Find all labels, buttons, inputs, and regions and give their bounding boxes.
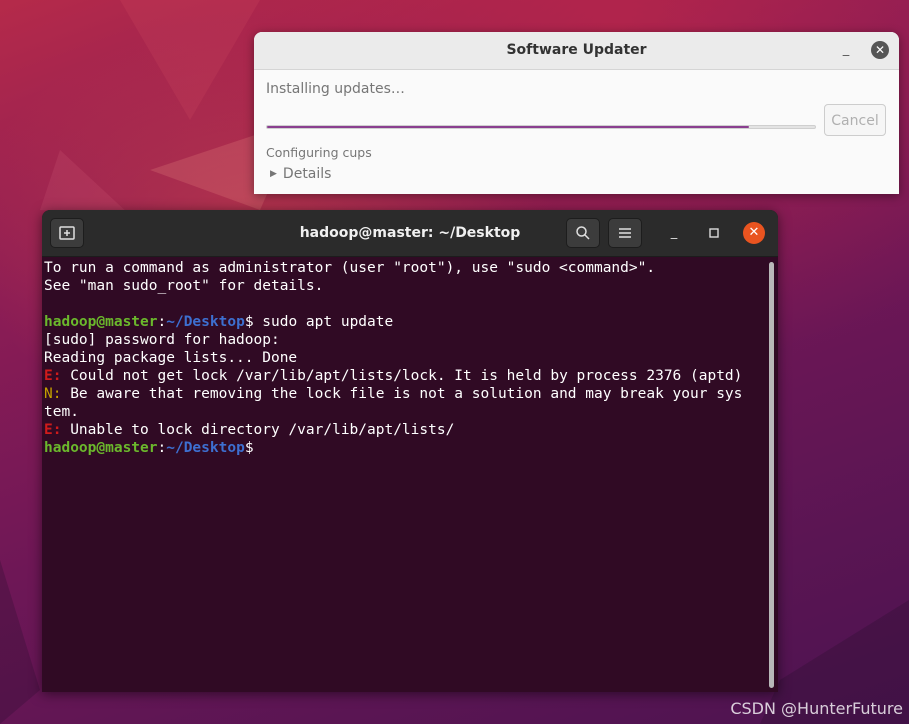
terminal-text: Could not get lock /var/lib/apt/lists/lo… [61,368,743,384]
software-updater-window: Software Updater _ ✕ Installing updates…… [254,32,899,194]
error-tag: E: [44,422,62,438]
terminal-line: To run a command as administrator (user … [44,259,764,277]
watermark: CSDN @HunterFuture [730,699,903,718]
terminal-line: See "man sudo_root" for details. [44,277,764,295]
terminal-text: $ [244,440,254,456]
cancel-button[interactable]: Cancel [824,104,886,136]
terminal-window: hadoop@master: ~/Desktop _ ✕ To run a co… [42,210,778,692]
terminal-output[interactable]: To run a command as administrator (user … [44,259,764,692]
terminal-line: N: Be aware that removing the lock file … [44,385,764,403]
prompt-path: ~/Desktop [166,314,245,330]
install-status: Installing updates… [266,81,405,97]
prompt-user: hadoop@master [44,440,158,456]
terminal-line: tem. [44,403,764,421]
install-progress-bar [266,125,816,129]
error-tag: E: [44,368,62,384]
terminal-titlebar[interactable]: hadoop@master: ~/Desktop _ ✕ [42,210,778,257]
terminal-text: Be aware that removing the lock file is … [61,386,743,402]
terminal-line: Reading package lists... Done [44,349,764,367]
close-icon[interactable]: ✕ [743,222,765,244]
terminal-text: tem. [44,404,79,420]
terminal-text: [sudo] password for hadoop: [44,332,280,348]
terminal-text: : [157,314,167,330]
terminal-text: Unable to lock directory /var/lib/apt/li… [61,422,455,438]
menu-button[interactable] [608,218,642,248]
terminal-text: Reading package lists... Done [44,350,298,366]
terminal-line: [sudo] password for hadoop: [44,331,764,349]
details-label: Details [282,166,332,182]
details-expander[interactable]: ▶ Details [270,166,331,182]
terminal-scrollbar[interactable] [769,262,774,688]
prompt-user: hadoop@master [44,314,158,330]
notice-tag: N: [44,386,62,402]
minimize-icon[interactable]: _ [664,223,684,243]
prompt-path: ~/Desktop [166,440,245,456]
minimize-icon[interactable]: _ [837,41,855,59]
search-icon [576,226,590,240]
install-progress-fill [267,126,750,128]
expander-triangle-icon: ▶ [270,169,277,179]
configuring-status: Configuring cups [266,145,372,160]
updater-titlebar[interactable]: Software Updater _ ✕ [254,32,899,70]
updater-title: Software Updater [506,42,647,58]
terminal-text: See "man sudo_root" for details. [44,278,324,294]
terminal-text: To run a command as administrator (user … [44,260,656,276]
terminal-line: E: Unable to lock directory /var/lib/apt… [44,421,764,439]
hamburger-menu-icon [619,228,631,238]
terminal-line: hadoop@master:~/Desktop$ [44,439,764,457]
terminal-text: $ sudo apt update [244,314,394,330]
terminal-line: hadoop@master:~/Desktop$ sudo apt update [44,313,764,331]
maximize-icon[interactable] [704,223,724,243]
close-icon[interactable]: ✕ [871,41,889,59]
search-button[interactable] [566,218,600,248]
terminal-line: E: Could not get lock /var/lib/apt/lists… [44,367,764,385]
terminal-text: : [157,440,167,456]
